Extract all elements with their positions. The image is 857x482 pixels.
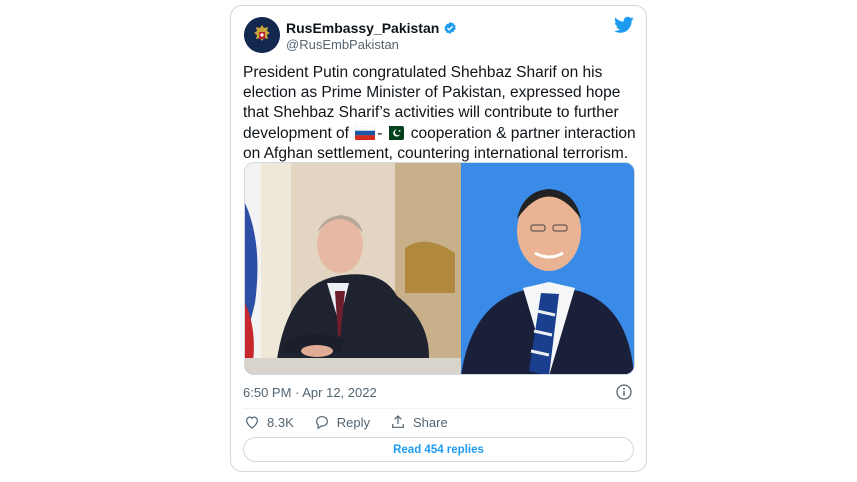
share-icon: [392, 415, 404, 428]
tweet-text: President Putin congratulated Shehbaz Sh…: [243, 63, 638, 164]
info-icon[interactable]: [616, 384, 632, 400]
tweet-media[interactable]: [244, 162, 635, 375]
author-name-row[interactable]: RusEmbassy_Pakistan: [286, 20, 457, 36]
tweet-text-segment: development of: [243, 124, 354, 142]
reply-icon: [315, 416, 328, 430]
tweet-text-line: development of - cooperation & partner i…: [243, 124, 638, 144]
reply-label: Reply: [336, 414, 370, 430]
share-label: Share: [413, 414, 448, 430]
timestamp[interactable]: 6:50 PM · Apr 12, 2022: [243, 385, 377, 400]
tweet-text-line: that Shehbaz Sharif’s activities will co…: [243, 104, 619, 122]
verified-badge-icon: [444, 21, 457, 35]
twitter-bird-icon[interactable]: [614, 16, 634, 34]
share-button[interactable]: Share: [390, 414, 448, 430]
divider: [243, 408, 634, 409]
tweet-text-segment: cooperation & partner interaction: [406, 124, 636, 142]
tweet-text-segment: -: [377, 124, 383, 142]
photo-sharif[interactable]: [461, 163, 634, 374]
pakistan-flag-icon: [384, 125, 405, 140]
tweet-card: RusEmbassy_Pakistan @RusEmbPakistan Pres…: [230, 5, 647, 472]
author-handle[interactable]: @RusEmbPakistan: [286, 37, 399, 52]
heart-icon: [246, 416, 258, 429]
tweet-text-line: President Putin congratulated Shehbaz Sh…: [243, 64, 603, 81]
emblem-icon: [244, 17, 280, 53]
timestamp-row: 6:50 PM · Apr 12, 2022: [243, 384, 632, 400]
russia-flag-icon: [355, 125, 376, 140]
photo-putin-image: [245, 163, 461, 374]
tweet-text-line: on Afghan settlement, countering interna…: [243, 144, 629, 162]
display-name[interactable]: RusEmbassy_Pakistan: [286, 20, 439, 36]
photo-sharif-image: [461, 163, 634, 374]
like-button[interactable]: 8.3K: [244, 414, 294, 430]
reply-button[interactable]: Reply: [314, 414, 370, 430]
avatar[interactable]: [244, 17, 280, 53]
photo-putin[interactable]: [245, 163, 461, 374]
tweet-text-line: election as Prime Minister of Pakistan, …: [243, 84, 621, 102]
read-replies-button[interactable]: Read 454 replies: [243, 437, 634, 462]
action-bar: 8.3K Reply Share: [244, 414, 448, 430]
like-count: 8.3K: [267, 414, 294, 430]
